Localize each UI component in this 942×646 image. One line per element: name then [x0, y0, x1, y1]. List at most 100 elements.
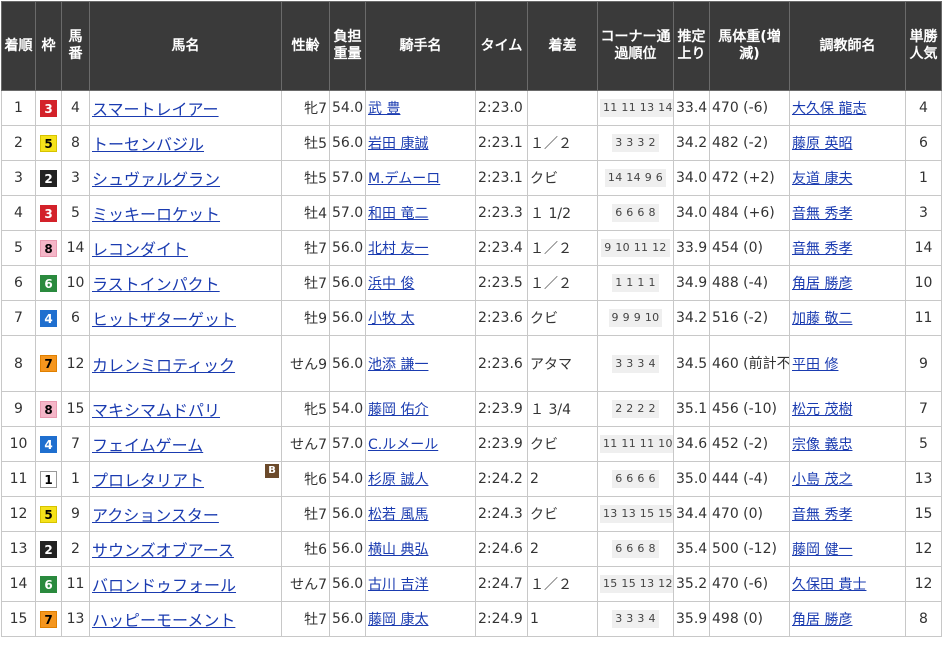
- num-cell: 14: [61, 230, 90, 266]
- trainer-cell: 音無 秀孝: [789, 496, 906, 532]
- waku-cell: 2: [35, 160, 62, 196]
- num-cell: 2: [61, 531, 90, 567]
- jockey-name-link[interactable]: 和田 竜二: [368, 206, 428, 222]
- jockey-name-link[interactable]: 浜中 俊: [368, 276, 414, 292]
- last3f-cell: 35.2: [673, 566, 710, 602]
- trainer-cell: 宗像 義忠: [789, 426, 906, 462]
- load-cell: 56.0: [329, 601, 366, 637]
- trainer-name-link[interactable]: 宗像 義忠: [792, 437, 852, 453]
- waku-cell: 7: [35, 335, 62, 392]
- trainer-name-link[interactable]: 音無 秀孝: [792, 507, 852, 523]
- horse-name-link[interactable]: ラストインパクト: [92, 275, 220, 294]
- horse-name-link[interactable]: スマートレイアー: [92, 100, 219, 119]
- horse-cell: アクションスター: [89, 496, 282, 532]
- horse-name-link[interactable]: フェイムゲーム: [92, 436, 203, 455]
- corner-cell: 9 10 11 12: [597, 230, 674, 266]
- jockey-name-link[interactable]: 藤岡 佑介: [368, 402, 428, 418]
- trainer-name-link[interactable]: 平田 修: [792, 357, 838, 373]
- trainer-name-link[interactable]: 加藤 敬二: [792, 311, 852, 327]
- time-cell: 2:23.0: [475, 90, 528, 126]
- jockey-name-link[interactable]: 岩田 康誠: [368, 136, 428, 152]
- waku-badge: 7: [40, 610, 57, 628]
- jockey-name-link[interactable]: 藤岡 康太: [368, 612, 428, 628]
- jockey-name-link[interactable]: C.ルメール: [368, 437, 438, 453]
- horse-name-link[interactable]: バロンドゥフォール: [92, 576, 236, 595]
- horse-cell: バロンドゥフォール: [89, 566, 282, 602]
- margin-cell: １ 1/2: [527, 195, 598, 231]
- load-cell: 56.0: [329, 265, 366, 301]
- trainer-name-link[interactable]: 久保田 貴士: [792, 577, 866, 593]
- pop-cell: 11: [905, 300, 942, 336]
- time-cell: 2:24.7: [475, 566, 528, 602]
- weight-cell: 470 (-6): [709, 90, 790, 126]
- jockey-name-link[interactable]: M.デムーロ: [368, 171, 440, 187]
- corner-passing: 11 11 13 14: [600, 99, 673, 117]
- horse-name-link[interactable]: トーセンバジル: [92, 135, 204, 154]
- jockey-name-link[interactable]: 小牧 太: [368, 311, 414, 327]
- trainer-name-link[interactable]: 角居 勝彦: [792, 612, 852, 628]
- trainer-name-link[interactable]: 小島 茂之: [792, 472, 852, 488]
- table-row: 13 2 2 サウンズオブアース 牡6 56.0 横山 典弘 2:24.6 2 6 6 6 8 35…: [1, 531, 942, 567]
- horse-cell: シュヴァルグラン: [89, 160, 282, 196]
- horse-name-link[interactable]: ミッキーロケット: [92, 205, 220, 224]
- rank-cell: 4: [1, 195, 36, 231]
- jockey-name-link[interactable]: 杉原 誠人: [368, 472, 428, 488]
- jockey-name-link[interactable]: 古川 吉洋: [368, 577, 428, 593]
- jockey-name-link[interactable]: 北村 友一: [368, 241, 428, 257]
- horse-name-link[interactable]: ヒットザターゲット: [92, 310, 236, 329]
- margin-cell: クビ: [527, 496, 598, 532]
- trainer-name-link[interactable]: 角居 勝彦: [792, 276, 852, 292]
- time-cell: 2:23.6: [475, 300, 528, 336]
- header-trainer: 調教師名: [789, 1, 906, 91]
- horse-name-link[interactable]: ハッピーモーメント: [92, 611, 235, 630]
- pop-cell: 5: [905, 426, 942, 462]
- corner-cell: 11 11 13 14: [597, 90, 674, 126]
- horse-name-link[interactable]: シュヴァルグラン: [92, 170, 220, 189]
- trainer-name-link[interactable]: 藤岡 健一: [792, 542, 852, 558]
- waku-cell: 3: [35, 90, 62, 126]
- last3f-cell: 35.1: [673, 391, 710, 427]
- horse-name-link[interactable]: サウンズオブアース: [92, 541, 234, 560]
- table-row: 8 7 12 カレンミロティック せん9 56.0 池添 謙一 2:23.6 アタマ 3 3 3 …: [1, 335, 942, 392]
- trainer-name-link[interactable]: 松元 茂樹: [792, 402, 852, 418]
- load-cell: 57.0: [329, 160, 366, 196]
- horse-name-link[interactable]: カレンミロティック: [92, 356, 235, 375]
- horse-name-link[interactable]: プロレタリアト: [92, 471, 204, 490]
- trainer-name-link[interactable]: 藤原 英昭: [792, 136, 852, 152]
- waku-cell: 4: [35, 300, 62, 336]
- waku-badge: 5: [40, 505, 57, 523]
- horse-name-link[interactable]: マキシマムドパリ: [92, 401, 220, 420]
- rank-cell: 10: [1, 426, 36, 462]
- pop-cell: 14: [905, 230, 942, 266]
- jockey-cell: 松若 風馬: [365, 496, 476, 532]
- horse-cell: プロレタリアト B: [89, 461, 282, 497]
- corner-cell: 9 9 9 10: [597, 300, 674, 336]
- num-cell: 10: [61, 265, 90, 301]
- trainer-name-link[interactable]: 音無 秀孝: [792, 241, 852, 257]
- waku-badge: 4: [40, 309, 57, 327]
- trainer-name-link[interactable]: 友道 康夫: [792, 171, 852, 187]
- load-cell: 57.0: [329, 426, 366, 462]
- sexage-cell: 牝7: [281, 90, 330, 126]
- header-waku: 枠: [35, 1, 62, 91]
- rank-cell: 3: [1, 160, 36, 196]
- weight-cell: 444 (-4): [709, 461, 790, 497]
- horse-name-link[interactable]: アクションスター: [92, 506, 219, 525]
- horse-cell: ヒットザターゲット: [89, 300, 282, 336]
- table-row: 1 3 4 スマートレイアー 牝7 54.0 武 豊 2:23.0 11 11 13 14 33.…: [1, 90, 942, 126]
- trainer-name-link[interactable]: 音無 秀孝: [792, 206, 852, 222]
- horse-name-link[interactable]: レコンダイト: [92, 240, 188, 259]
- last3f-cell: 35.4: [673, 531, 710, 567]
- horse-cell: フェイムゲーム: [89, 426, 282, 462]
- table-row: 12 5 9 アクションスター 牡7 56.0 松若 風馬 2:24.3 クビ 13 13 15 …: [1, 496, 942, 532]
- rank-cell: 9: [1, 391, 36, 427]
- pop-cell: 8: [905, 601, 942, 637]
- header-corner: コーナー通過順位: [597, 1, 674, 91]
- waku-badge: 6: [40, 274, 57, 292]
- jockey-name-link[interactable]: 松若 風馬: [368, 507, 428, 523]
- jockey-name-link[interactable]: 池添 謙一: [368, 357, 428, 373]
- jockey-name-link[interactable]: 武 豊: [368, 101, 400, 117]
- time-cell: 2:24.6: [475, 531, 528, 567]
- trainer-name-link[interactable]: 大久保 龍志: [792, 101, 866, 117]
- jockey-name-link[interactable]: 横山 典弘: [368, 542, 428, 558]
